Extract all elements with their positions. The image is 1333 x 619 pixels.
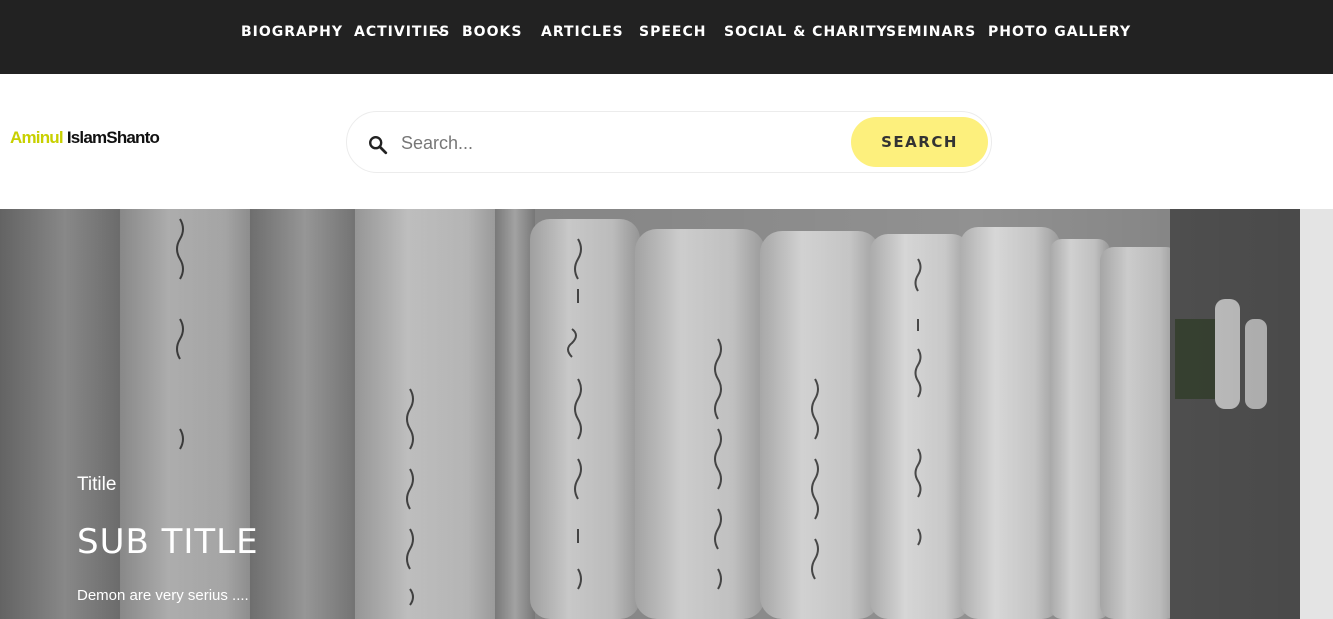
logo-first-name: Aminul xyxy=(10,128,64,147)
search-button[interactable]: SEARCH xyxy=(851,117,988,167)
nav-item-activities[interactable]: ACTIVITIES xyxy=(354,22,449,42)
nav-item-photo-gallery[interactable]: PHOTO GALLERY xyxy=(988,22,1131,42)
site-logo[interactable]: Aminul IslamShanto xyxy=(10,128,160,148)
hero-subtitle: SUB TITLE xyxy=(77,522,259,562)
site-header: Aminul IslamShanto SEARCH xyxy=(0,74,1333,209)
hero-banner: Titile SUB TITLE Demon are very serius .… xyxy=(0,209,1333,619)
search-icon xyxy=(369,136,388,155)
hero-title: Titile xyxy=(77,474,117,495)
nav-item-articles[interactable]: ARTICLES xyxy=(541,22,624,42)
nav-list: BIOGRAPHY ACTIVITIES BOOKS ARTICLES SPEE… xyxy=(0,0,1333,74)
nav-item-biography[interactable]: BIOGRAPHY xyxy=(241,22,343,42)
hero-edge-strip xyxy=(1300,209,1333,619)
chevron-down-icon[interactable] xyxy=(435,27,445,37)
nav-item-books[interactable]: BOOKS xyxy=(462,22,522,42)
search-input[interactable] xyxy=(401,126,841,160)
nav-item-seminars[interactable]: SEMINARS xyxy=(886,22,976,42)
logo-last-name: IslamShanto xyxy=(66,128,160,147)
top-navigation: BIOGRAPHY ACTIVITIES BOOKS ARTICLES SPEE… xyxy=(0,0,1333,74)
hero-description: Demon are very serius .... xyxy=(77,587,249,604)
search-form: SEARCH xyxy=(346,111,992,173)
nav-item-social-charity[interactable]: SOCIAL & CHARITY xyxy=(724,22,888,42)
nav-item-speech[interactable]: SPEECH xyxy=(639,22,706,42)
